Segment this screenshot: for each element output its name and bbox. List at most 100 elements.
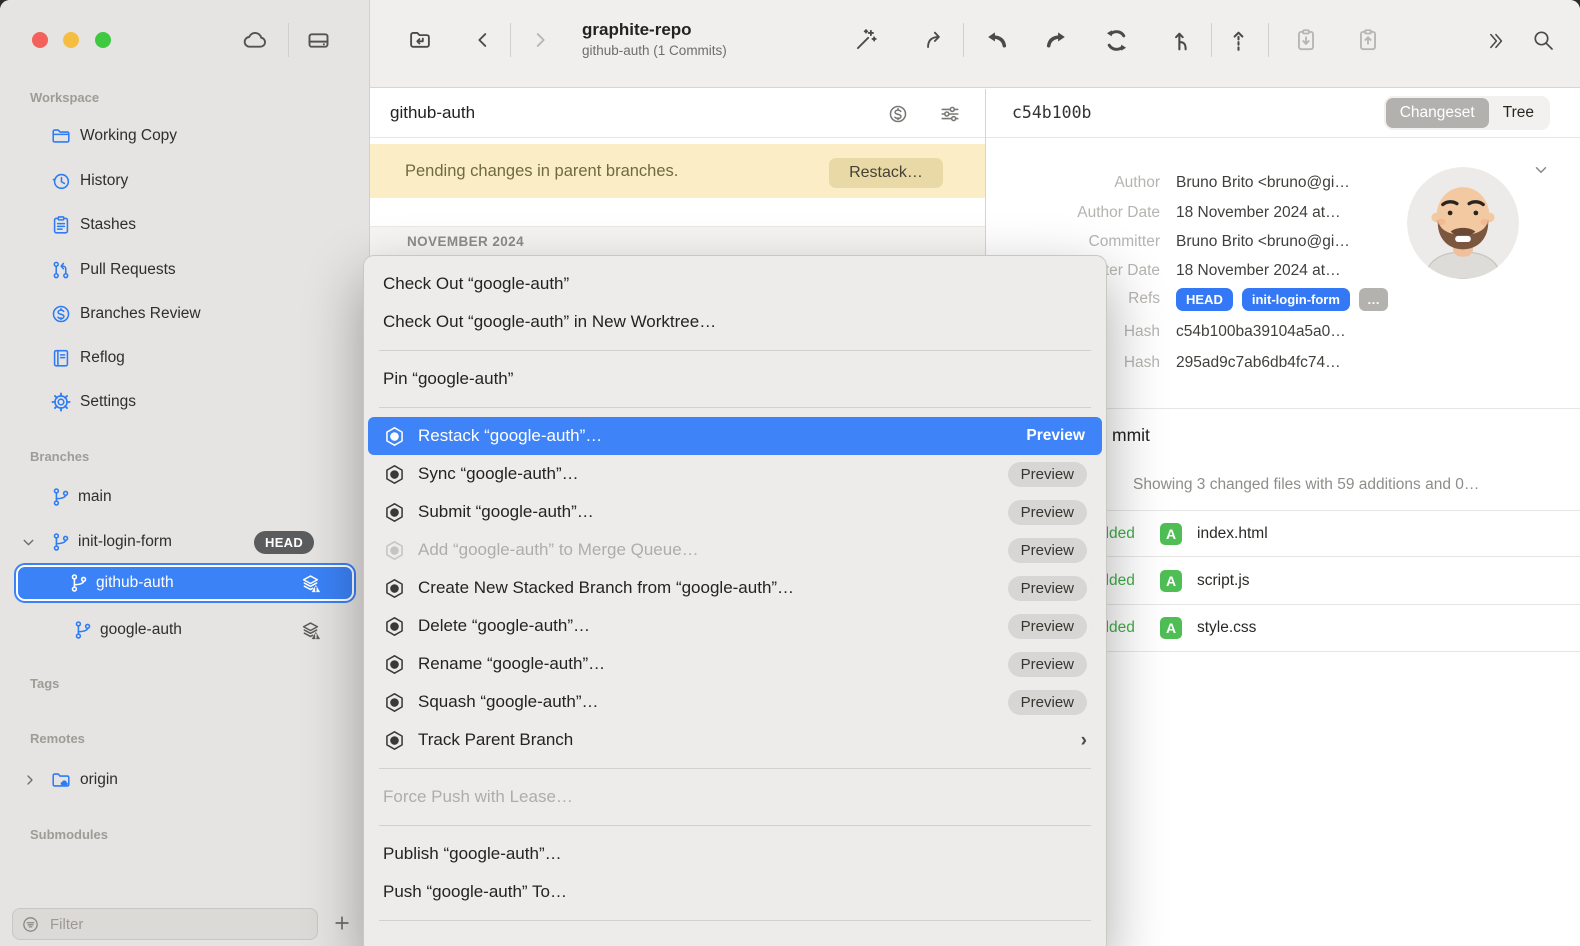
stash-button[interactable] xyxy=(1291,25,1321,55)
new-branch-button[interactable] xyxy=(1167,25,1197,55)
local-repos-button[interactable] xyxy=(303,25,333,55)
branches-review-icon[interactable] xyxy=(887,103,909,125)
fetch-button[interactable] xyxy=(1101,25,1131,55)
checkout-button[interactable] xyxy=(919,25,949,55)
remote-row-origin[interactable]: origin xyxy=(0,761,370,799)
avatar-illustration xyxy=(1407,167,1519,279)
collapse-details-chevron-icon[interactable] xyxy=(1532,161,1550,179)
tab-changeset[interactable]: Changeset xyxy=(1386,98,1489,128)
sidebar-item-stashes[interactable]: Stashes xyxy=(0,206,370,244)
branch-row-init-login-form[interactable]: init-login-form HEAD xyxy=(0,523,370,561)
sidebar-item-settings[interactable]: Settings xyxy=(0,383,370,421)
sidebar-item-reflog[interactable]: Reflog xyxy=(0,339,370,377)
sidebar-item-history[interactable]: History xyxy=(0,162,370,200)
zoom-button[interactable] xyxy=(95,32,111,48)
separator xyxy=(379,825,1091,826)
arrow-out-icon xyxy=(921,27,947,53)
git-branch-icon xyxy=(50,486,72,508)
menu-item-create-stacked-branch[interactable]: Create New Stacked Branch from “google-a… xyxy=(364,569,1106,607)
ref-pill-head[interactable]: HEAD xyxy=(1176,288,1233,311)
rebase-button[interactable] xyxy=(1223,25,1253,55)
pull-request-icon xyxy=(50,259,72,281)
stack-warning-icon xyxy=(299,572,322,595)
ref-more-pill[interactable]: … xyxy=(1359,288,1388,311)
banner-message: Pending changes in parent branches. xyxy=(405,162,678,181)
added-badge: A xyxy=(1160,523,1182,545)
clipboard-up-icon xyxy=(1355,27,1381,53)
graphite-icon xyxy=(383,729,406,752)
back-button[interactable] xyxy=(468,25,498,55)
filter-options-icon[interactable] xyxy=(939,103,961,125)
menu-item-checkout[interactable]: Check Out “google-auth” xyxy=(364,265,1106,303)
graphite-icon xyxy=(383,539,406,562)
double-chevron-icon xyxy=(1484,30,1506,52)
cloud-sync-button[interactable] xyxy=(240,25,270,55)
menu-item-sync[interactable]: Sync “google-auth”… Preview xyxy=(364,455,1106,493)
submenu-chevron-icon: › xyxy=(1081,731,1087,750)
plus-icon xyxy=(332,913,352,933)
menu-item-rename[interactable]: Rename “google-auth”… Preview xyxy=(364,645,1106,683)
open-repo-button[interactable] xyxy=(405,25,435,55)
stack-warning-icon xyxy=(299,619,322,642)
apply-stash-button[interactable] xyxy=(1353,25,1383,55)
menu-item-pin[interactable]: Pin “google-auth” xyxy=(364,360,1106,398)
menu-item-delete[interactable]: Delete “google-auth”… Preview xyxy=(364,607,1106,645)
graphite-icon xyxy=(383,615,406,638)
sync-arrows-icon xyxy=(1104,28,1129,53)
quick-launch-button[interactable] xyxy=(851,25,881,55)
menu-item-push-to[interactable]: Push “google-auth” To… xyxy=(364,873,1106,911)
graphite-icon xyxy=(383,653,406,676)
menu-item-track-parent[interactable]: Track Parent Branch › xyxy=(364,721,1106,759)
folder-cloud-icon xyxy=(50,769,72,791)
tab-tree[interactable]: Tree xyxy=(1489,98,1548,128)
disclosure-chevron-down-icon[interactable] xyxy=(20,534,37,551)
menu-item-squash[interactable]: Squash “google-auth”… Preview xyxy=(364,683,1106,721)
push-arrow-icon xyxy=(1044,28,1069,53)
push-button[interactable] xyxy=(1041,25,1071,55)
commit-group-header: NOVEMBER 2024 xyxy=(370,226,985,256)
graphite-icon xyxy=(383,501,406,524)
dashed-up-arrow-icon xyxy=(1226,28,1251,53)
add-repo-button[interactable] xyxy=(327,908,357,938)
drive-icon xyxy=(305,27,332,54)
separator xyxy=(379,350,1091,351)
sidebar-item-branches-review[interactable]: Branches Review xyxy=(0,295,370,333)
git-branch-icon xyxy=(50,531,72,553)
window-title-block: graphite-repo github-auth (1 Commits) xyxy=(582,19,727,58)
filter-field[interactable] xyxy=(12,908,318,940)
branch-row-google-auth[interactable]: google-auth xyxy=(0,611,370,649)
branch-row-github-auth-selected[interactable]: github-auth xyxy=(16,565,354,601)
close-button[interactable] xyxy=(32,32,48,48)
sidebar-item-pull-requests[interactable]: Pull Requests xyxy=(0,251,370,289)
disclosure-chevron-right-icon[interactable] xyxy=(22,772,38,788)
sidebar: Workspace Working Copy History Stashes P… xyxy=(0,0,370,946)
sidebar-item-working-copy[interactable]: Working Copy xyxy=(0,117,370,155)
commit-hash-short: c54b100b xyxy=(1012,103,1091,122)
preview-badge: Preview xyxy=(1008,538,1087,563)
restack-button[interactable]: Restack… xyxy=(829,158,943,188)
filter-input[interactable] xyxy=(48,915,278,934)
preview-badge: Preview xyxy=(1008,614,1087,639)
separator xyxy=(1211,23,1212,57)
menu-item-submit[interactable]: Submit “google-auth”… Preview xyxy=(364,493,1106,531)
section-header-tags: Tags xyxy=(30,676,59,691)
commit-list-header: github-auth xyxy=(370,89,985,138)
menu-item-publish[interactable]: Publish “google-auth”… xyxy=(364,835,1106,873)
commit-details-header: c54b100b Changeset Tree xyxy=(986,89,1580,138)
branch-row-main[interactable]: main xyxy=(0,478,370,516)
chevron-right-icon xyxy=(529,29,551,51)
preview-badge: Preview xyxy=(1008,652,1087,677)
ref-pill-init-login-form[interactable]: init-login-form xyxy=(1242,288,1350,311)
more-toolbar-button[interactable] xyxy=(1480,26,1510,56)
journal-icon xyxy=(50,347,72,369)
menu-item-checkout-worktree[interactable]: Check Out “google-auth” in New Worktree… xyxy=(364,303,1106,341)
minimize-button[interactable] xyxy=(63,32,79,48)
commit-message-fragment: mmit xyxy=(1112,425,1150,446)
forward-button[interactable] xyxy=(525,25,555,55)
section-header-branches: Branches xyxy=(30,449,89,464)
search-button[interactable] xyxy=(1528,25,1558,55)
pull-button[interactable] xyxy=(981,25,1011,55)
menu-item-force-push: Force Push with Lease… xyxy=(364,778,1106,816)
graphite-icon xyxy=(383,577,406,600)
menu-item-restack[interactable]: Restack “google-auth”… Preview xyxy=(368,417,1102,455)
